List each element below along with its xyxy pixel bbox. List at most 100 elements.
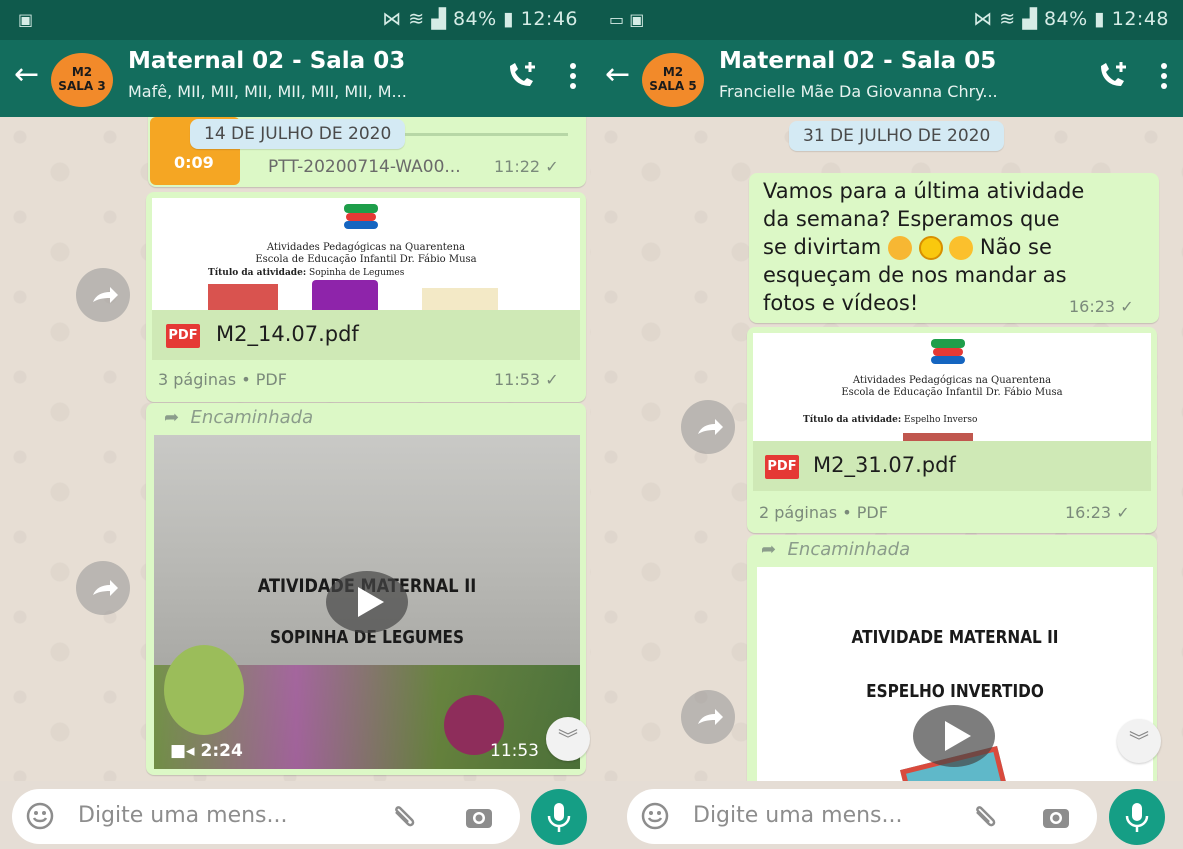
pdf-message[interactable]: Atividades Pedagógicas na Quarentena Esc… — [146, 192, 586, 402]
pdf-preview[interactable]: Atividades Pedagógicas na Quarentena Esc… — [753, 333, 1151, 441]
add-call-icon[interactable] — [504, 58, 540, 94]
doc-title-value: Sopinha de Legumes — [309, 268, 405, 278]
message-list[interactable]: 31 DE JULHO DE 2020 Vamos para a última … — [591, 117, 1183, 781]
mic-icon — [1125, 803, 1149, 832]
video-thumbnail[interactable]: ATIVIDADE MATERNAL II ESPELHO INVERTIDO — [757, 567, 1153, 781]
doc-title-label: Título da atividade: — [803, 415, 902, 425]
more-options-icon[interactable] — [568, 58, 578, 94]
pdf-file-row[interactable]: PDF M2_14.07.pdf — [152, 310, 580, 360]
play-button[interactable] — [913, 705, 995, 767]
mic-icon — [547, 803, 571, 832]
forward-button[interactable] — [76, 561, 130, 615]
pdf-filename: M2_14.07.pdf — [216, 322, 359, 346]
doc-line1: Atividades Pedagógicas na Quarentena — [266, 242, 466, 253]
forward-button[interactable] — [681, 400, 735, 454]
chat-title[interactable]: Maternal 02 - Sala 03 — [128, 48, 405, 74]
chat-participants[interactable]: Francielle Mãe Da Giovanna Chry... — [719, 82, 998, 101]
message-list[interactable]: 0:09 PTT-20200714-WA00... 11:22 ✓ 14 DE … — [0, 117, 592, 781]
camera-icon[interactable] — [464, 802, 494, 832]
battery-percent: 84% — [1043, 8, 1088, 30]
forwarded-text: Encaminhada — [190, 407, 314, 428]
smiling-hearts-emoji-icon — [887, 236, 912, 260]
status-bar: ▣ ⋈ ≋ ▟ 84% ▮ 12:46 — [0, 0, 592, 40]
attach-clip-icon[interactable] — [390, 802, 420, 832]
play-button[interactable] — [326, 571, 408, 633]
forward-icon — [93, 580, 118, 596]
avatar-line1: M2 — [662, 65, 684, 79]
text-time: 16:23 — [1069, 297, 1116, 316]
audio-time: 11:22 — [494, 157, 541, 176]
pdf-preview[interactable]: Atividades Pedagógicas na Quarentena Esc… — [152, 198, 580, 310]
pdf-time: 16:23 — [1065, 503, 1112, 522]
pdf-info: 2 páginas • PDF — [759, 503, 888, 522]
message-input[interactable]: Digite uma mens... — [78, 803, 287, 828]
text-line2: da semana? Esperamos que — [763, 207, 1060, 231]
date-chip: 31 DE JULHO DE 2020 — [789, 121, 1005, 151]
chat-title[interactable]: Maternal 02 - Sala 05 — [719, 48, 996, 74]
audio-filename: PTT-20200714-WA00... — [268, 157, 461, 177]
dual-screenshot: ▣ ⋈ ≋ ▟ 84% ▮ 12:46 ← M2 SALA 3 Maternal… — [0, 0, 1183, 849]
back-arrow-icon[interactable]: ← — [14, 60, 39, 90]
school-logo-icon — [931, 339, 967, 365]
mic-button[interactable] — [1109, 789, 1165, 845]
message-input-pill[interactable]: Digite uma mens... — [12, 789, 520, 844]
status-left-icons: ▭ ▣ — [609, 10, 644, 29]
message-input[interactable]: Digite uma mens... — [693, 803, 902, 828]
composer: Digite uma mens... — [0, 781, 592, 849]
notification-icon: ▣ — [629, 10, 645, 29]
video-thumbnail[interactable]: ATIVIDADE MATERNAL II SOPINHA DE LEGUMES… — [154, 435, 580, 769]
video-camera-icon: ■◂ — [170, 741, 195, 761]
chat-participants[interactable]: Mafê, MII, MII, MII, MII, MII, MII, M... — [128, 82, 407, 101]
doc-line2: Escola de Educação Infantil Dr. Fábio Mu… — [841, 387, 1063, 398]
pdf-message[interactable]: Atividades Pedagógicas na Quarentena Esc… — [747, 327, 1157, 533]
pdf-time-wrap: 11:53 ✓ — [494, 370, 559, 389]
emoji-icon[interactable] — [26, 802, 54, 830]
chat-header: ← M2 SALA 3 Maternal 02 - Sala 03 Mafê, … — [0, 40, 592, 117]
video-message[interactable]: ➦ Encaminhada ATIVIDADE MATERNAL II ESPE… — [747, 535, 1157, 781]
video-message[interactable]: ➦ Encaminhada ATIVIDADE MATERNAL II SOPI… — [146, 403, 586, 775]
more-options-icon[interactable] — [1159, 58, 1169, 94]
pdf-icon: PDF — [765, 455, 799, 479]
pdf-time: 11:53 — [494, 370, 541, 389]
forward-button[interactable] — [681, 690, 735, 744]
cabbage-image — [164, 645, 244, 735]
scroll-down-button[interactable]: ︾ — [546, 717, 590, 761]
pdf-file-row[interactable]: PDF M2_31.07.pdf — [753, 441, 1151, 491]
scroll-down-button[interactable]: ︾ — [1117, 719, 1161, 763]
video-title-line1: ATIVIDADE MATERNAL II — [851, 627, 1059, 648]
signal-icon: ▟ — [1022, 8, 1038, 30]
battery-percent: 84% — [452, 8, 497, 30]
forward-button[interactable] — [76, 268, 130, 322]
group-avatar[interactable]: M2 SALA 3 — [51, 53, 113, 107]
notification-icon: ▣ — [18, 10, 34, 29]
grinning-emoji-icon — [949, 236, 974, 260]
audio-time-wrap: 11:22 ✓ — [494, 157, 559, 176]
battery-icon: ▮ — [1094, 8, 1106, 30]
camera-icon[interactable] — [1041, 802, 1071, 832]
date-chip: 14 DE JULHO DE 2020 — [190, 119, 406, 149]
status-bar: ▭ ▣ ⋈ ≋ ▟ 84% ▮ 12:48 — [591, 0, 1183, 40]
attach-clip-icon[interactable] — [971, 802, 1001, 832]
school-logo-icon — [344, 204, 380, 230]
forward-icon — [698, 419, 723, 435]
audio-duration: 0:09 — [174, 153, 214, 172]
text-line1: Vamos para a última atividade — [763, 179, 1085, 203]
composer: Digite uma mens... — [591, 781, 1183, 849]
forwarded-label: ➦ Encaminhada — [164, 407, 313, 428]
text-message[interactable]: Vamos para a última atividade da semana?… — [749, 173, 1159, 323]
mic-button[interactable] — [531, 789, 587, 845]
signal-icon: ▟ — [431, 8, 447, 30]
text-line3: se divirtam Não se — [763, 233, 1052, 261]
back-arrow-icon[interactable]: ← — [605, 60, 630, 90]
add-call-icon[interactable] — [1095, 58, 1131, 94]
group-avatar[interactable]: M2 SALA 5 — [642, 53, 704, 107]
avatar-line1: M2 — [71, 65, 93, 79]
message-input-pill[interactable]: Digite uma mens... — [627, 789, 1097, 844]
doc-title-value: Espelho Inverso — [904, 415, 978, 425]
doc-title-label: Título da atividade: — [208, 268, 307, 278]
phone-left: ▣ ⋈ ≋ ▟ 84% ▮ 12:46 ← M2 SALA 3 Maternal… — [0, 0, 592, 849]
text-time-wrap: 16:23 ✓ — [1069, 297, 1134, 316]
video-duration: 2:24 — [200, 741, 243, 761]
emoji-icon[interactable] — [641, 802, 669, 830]
video-title-line2: ESPELHO INVERTIDO — [866, 681, 1044, 702]
